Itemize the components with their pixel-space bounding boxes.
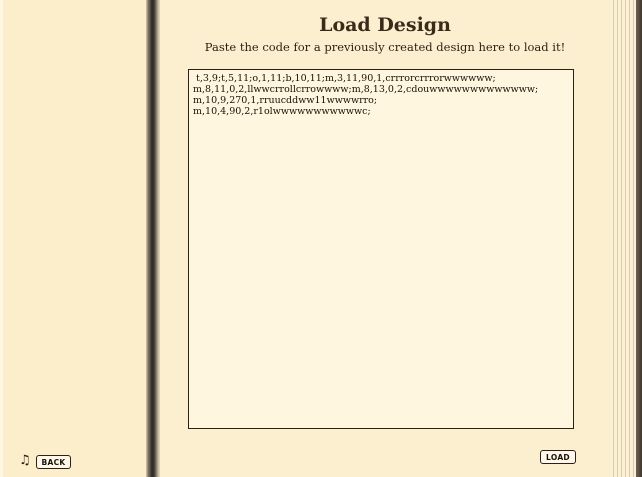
- design-code-input[interactable]: [188, 69, 574, 429]
- book-cover-edge: [636, 0, 642, 477]
- page-instructions: Paste the code for a previously created …: [204, 40, 566, 54]
- left-page: [0, 0, 149, 477]
- book-binding: [146, 0, 160, 477]
- music-toggle-icon[interactable]: ♫: [19, 453, 31, 468]
- page-edges: [610, 0, 636, 477]
- back-button[interactable]: BACK: [36, 455, 71, 469]
- page-title: Load Design: [319, 14, 451, 36]
- load-button[interactable]: LOAD: [540, 450, 576, 464]
